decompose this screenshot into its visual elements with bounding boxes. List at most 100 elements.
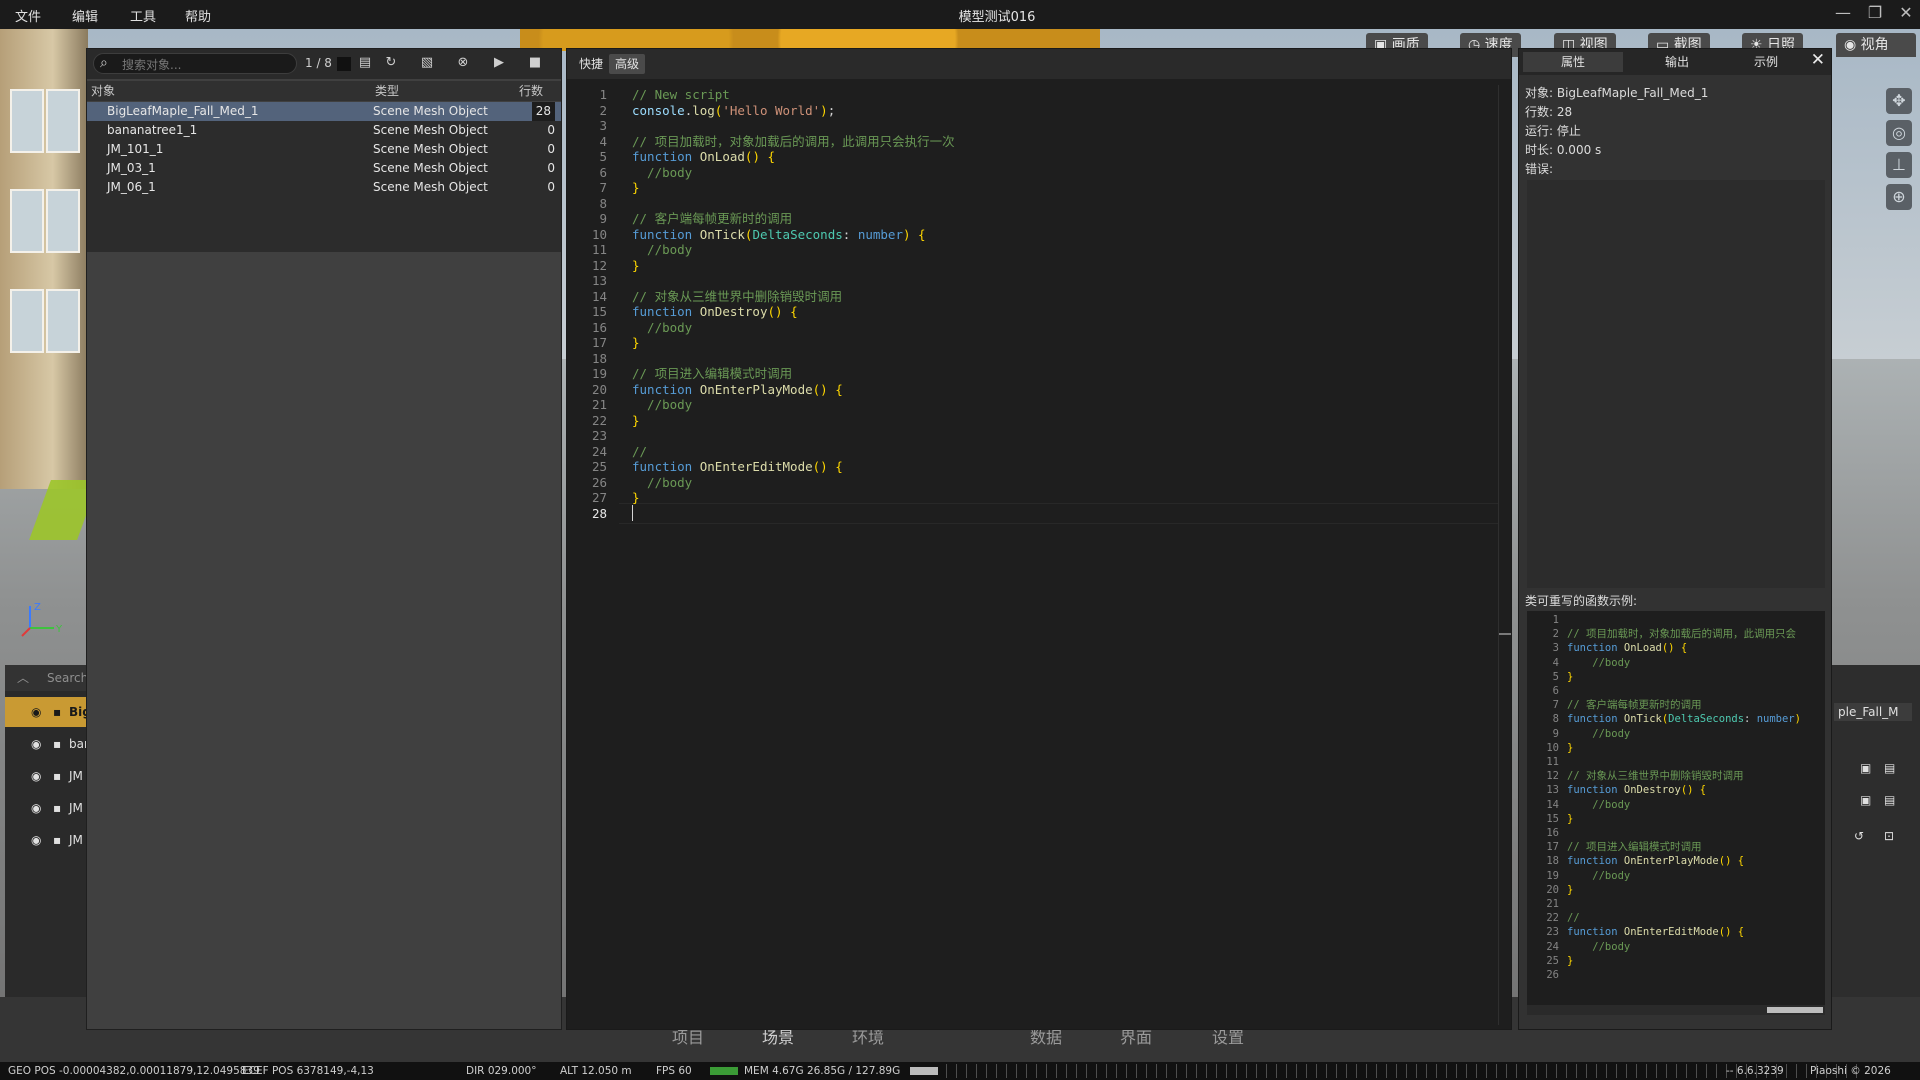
tab-properties[interactable]: 属性 — [1523, 52, 1623, 72]
object-search-input[interactable] — [120, 55, 294, 74]
eye-icon[interactable]: ◉ — [31, 825, 41, 855]
line-number: 9 — [1552, 727, 1559, 740]
window-title: 模型测试016 — [958, 10, 1036, 25]
color-swatch[interactable] — [337, 57, 351, 71]
ruler-icon[interactable]: ⊥ — [1886, 152, 1912, 178]
line-number: 18 — [1546, 855, 1559, 868]
object-panel: ⌕ 1 / 8 ▤ ↻ ▧ ⊗ ▶ ■ 对象 类型 行数 BigLeafMapl… — [86, 48, 562, 1030]
sample-line-text: // 客户端每帧更新时的调用 — [1567, 699, 1702, 712]
tab-output[interactable]: 输出 — [1627, 52, 1727, 72]
line-number: 15 — [1546, 812, 1559, 825]
sample-line-text: //body — [1567, 727, 1631, 740]
line-number: 5 — [1552, 670, 1559, 683]
editor-tabs: 快捷 高级 — [567, 49, 1511, 79]
tab-examples[interactable]: 示例 — [1731, 52, 1801, 72]
line-number: 11 — [1546, 756, 1559, 768]
line-text: //body — [632, 242, 693, 257]
sample-line-text: //body — [1567, 798, 1631, 811]
page-indicator: 1 / 8 — [305, 56, 332, 70]
line-text: } — [632, 180, 640, 195]
refresh-icon[interactable]: ↻ — [381, 53, 401, 73]
lock-icon[interactable]: ⊡ — [1884, 829, 1894, 843]
restore-icon[interactable]: ❐ — [1862, 3, 1888, 22]
column-type[interactable]: 类型 — [375, 81, 399, 101]
clear-icon[interactable]: ⊗ — [453, 53, 473, 73]
line-number: 14 — [1546, 798, 1559, 811]
save-icon[interactable]: ▣ — [1860, 761, 1871, 775]
scene-tree-row[interactable]: ◉ ▪ JM — [5, 761, 87, 791]
scene-tree-row[interactable]: ◉ ▪ JM — [5, 825, 87, 855]
scene-tree-row[interactable]: ◉ ▪ bar — [5, 729, 89, 759]
scene-search[interactable]: ︿ Search — [5, 665, 88, 691]
line-number: 22 — [1546, 912, 1559, 925]
scene-tree: ︿ Search ◉ ▪ Big ◉ ▪ bar ◉ ▪ JM ◉ ▪ JM ◉ ▪ JM — [5, 665, 91, 997]
sample-line-text: } — [1567, 954, 1574, 967]
table-row[interactable]: bananatree1_1 Scene Mesh Object 0 — [87, 121, 561, 140]
eye-icon[interactable]: ◉ — [31, 761, 41, 791]
collapse-icon[interactable]: ︿ — [17, 665, 29, 691]
line-number: 28 — [591, 505, 607, 521]
sample-title: 类可重写的函数示例: — [1525, 594, 1638, 608]
table-row[interactable]: JM_03_1 Scene Mesh Object 0 — [87, 159, 561, 178]
line-number: 24 — [1546, 940, 1559, 953]
move-icon[interactable]: ✥ — [1886, 88, 1912, 114]
code-area[interactable]: 1// New script 2 console.log('Hello World'… — [567, 85, 1507, 1025]
sample-line-text: } — [1567, 812, 1574, 825]
line-text: } — [632, 257, 640, 273]
tab-quick[interactable]: 快捷 — [573, 54, 609, 74]
column-lines[interactable]: 行数 — [519, 81, 543, 101]
file-icon[interactable]: ▤ — [355, 53, 375, 73]
object-toolbar: ⌕ 1 / 8 ▤ ↻ ▧ ⊗ ▶ ■ — [87, 49, 561, 79]
sample-line-text: // — [1567, 912, 1580, 925]
svg-text:Y: Y — [55, 624, 63, 635]
ecef-pos: ECEF POS 6378149,-4,13 — [242, 1065, 374, 1077]
copyright: Piaoshi © 2026 — [1810, 1065, 1891, 1077]
orbit-icon[interactable]: ◎ — [1886, 120, 1912, 146]
line-text: } — [632, 490, 640, 505]
eye-icon[interactable]: ◉ — [31, 729, 41, 759]
tab-advanced[interactable]: 高级 — [609, 54, 646, 74]
sample-line-text: //body — [1567, 869, 1631, 882]
line-number: 16 — [1546, 827, 1559, 839]
copy-icon[interactable]: ▤ — [1884, 793, 1895, 807]
scene-tree-row[interactable]: ◉ ▪ JM — [5, 793, 87, 823]
axis-gizmo: Z Y — [21, 602, 63, 637]
close-icon[interactable]: ✕ — [1811, 50, 1825, 70]
play-icon[interactable]: ▶ — [489, 53, 509, 73]
scene-tree-row[interactable]: ◉ ▪ Big — [5, 697, 91, 727]
new-file-icon[interactable]: ▧ — [417, 53, 437, 73]
object-label: 对象: BigLeafMaple_Fall_Med_1 — [1525, 86, 1709, 100]
eye-icon[interactable]: ◉ — [31, 697, 41, 727]
stop-icon[interactable]: ■ — [525, 53, 545, 73]
sample-code[interactable]: 1 2// 项目加载时，对象加载后的调用，此调用只会 3 function OnLoa… — [1527, 611, 1825, 1015]
copy-icon[interactable]: ▤ — [1884, 761, 1895, 775]
error-output — [1527, 180, 1825, 588]
line-text: //body — [632, 474, 693, 490]
mesh-icon: ▪ — [53, 737, 62, 751]
mesh-icon: ▪ — [53, 705, 62, 719]
globe-icon[interactable]: ⊕ — [1886, 184, 1912, 210]
object-name-fragment: ple_Fall_M — [1834, 703, 1912, 721]
geo-pos: GEO POS -0.00004382,0.00011879,12.049583… — [8, 1065, 260, 1077]
table-row[interactable]: JM_101_1 Scene Mesh Object 0 — [87, 140, 561, 159]
line-text: } — [632, 335, 640, 350]
close-icon[interactable]: ✕ — [1893, 3, 1919, 22]
line-number: 8 — [1552, 713, 1559, 726]
table-row[interactable]: BigLeafMaple_Fall_Med_1 Scene Mesh Objec… — [87, 102, 561, 121]
line-number: 26 — [1546, 969, 1559, 981]
mesh-icon: ▪ — [53, 769, 62, 783]
tab-viewpoint[interactable]: ◉ 视角 — [1836, 33, 1916, 57]
sample-line-text: function OnDestroy() { — [1567, 784, 1707, 797]
editor-scrollbar[interactable] — [1498, 85, 1511, 1025]
table-row[interactable]: JM_06_1 Scene Mesh Object 0 — [87, 178, 561, 197]
line-number: 3 — [1552, 642, 1559, 655]
line-text: //body — [632, 319, 693, 335]
save-icon[interactable]: ▣ — [1860, 793, 1871, 807]
eye-icon[interactable]: ◉ — [31, 793, 41, 823]
minimize-icon[interactable]: — — [1830, 3, 1856, 22]
line-number: 1 — [1552, 614, 1559, 626]
mesh-icon: ▪ — [53, 833, 62, 847]
undo-icon[interactable]: ↺ — [1854, 829, 1864, 843]
sample-scrollbar[interactable] — [1527, 1005, 1825, 1015]
column-object[interactable]: 对象 — [91, 81, 115, 101]
